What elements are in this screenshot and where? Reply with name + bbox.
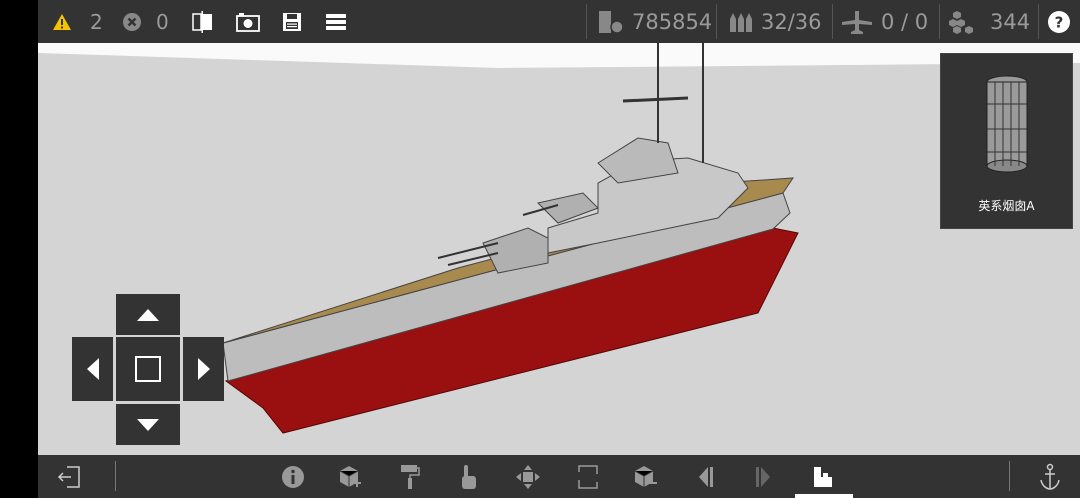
move-left-button[interactable]	[72, 337, 113, 401]
add-block-button[interactable]	[337, 463, 365, 491]
money-stat: 785854	[598, 0, 712, 43]
hand-pointer-icon	[462, 465, 476, 489]
move-button[interactable]	[514, 463, 542, 491]
funnel-thumbnail	[986, 75, 1028, 173]
remove-block-icon	[634, 466, 657, 487]
info-button[interactable]	[279, 463, 307, 491]
bottom-toolbar	[38, 455, 1080, 498]
previous-icon	[699, 467, 713, 487]
save-button[interactable]	[281, 0, 303, 43]
rotate-button[interactable]	[574, 463, 602, 491]
mirror-icon	[192, 10, 212, 33]
divider	[832, 4, 833, 39]
move-icon	[516, 465, 540, 489]
next-button[interactable]	[749, 463, 777, 491]
help-icon: ?	[1048, 10, 1070, 33]
money-value: 785854	[632, 9, 713, 34]
arrow-down-icon	[137, 418, 159, 431]
paint-button[interactable]	[396, 463, 424, 491]
aircraft-value: 0 / 0	[881, 9, 929, 34]
ammo-stat: 32/36	[729, 0, 822, 43]
anchor-icon	[1040, 463, 1060, 490]
info-icon	[282, 466, 304, 488]
blocks-icon	[949, 10, 973, 34]
coins-icon	[599, 10, 624, 34]
menu-icon	[326, 13, 346, 30]
move-up-button[interactable]	[116, 294, 180, 335]
save-icon	[283, 12, 301, 31]
paint-roller-icon	[401, 465, 420, 489]
next-icon	[756, 467, 770, 487]
menu-button[interactable]	[325, 0, 347, 43]
warning-icon	[53, 13, 71, 30]
exit-button[interactable]	[56, 463, 84, 491]
divider	[939, 4, 940, 39]
help-button[interactable]: ?	[1047, 0, 1071, 43]
divider	[1009, 461, 1010, 491]
exit-icon	[57, 466, 80, 488]
aircraft-stat: 0 / 0	[841, 0, 928, 43]
svg-text:?: ?	[1055, 13, 1064, 31]
shells-icon	[730, 12, 752, 32]
divider	[716, 4, 717, 39]
build-mode-icon	[814, 467, 832, 487]
divider	[586, 4, 587, 39]
camera-icon	[236, 12, 260, 32]
error-icon	[123, 12, 141, 31]
warnings-counter[interactable]: 2	[52, 0, 103, 43]
top-toolbar: 2 0 785854 32/36 0 / 0 344 ?	[38, 0, 1080, 43]
center-button[interactable]	[116, 337, 180, 401]
add-block-icon	[339, 466, 361, 487]
select-button[interactable]	[454, 463, 482, 491]
build-mode-button[interactable]	[809, 463, 837, 491]
mirror-button[interactable]	[191, 0, 215, 43]
ammo-value: 32/36	[761, 9, 822, 34]
part-name: 英系烟囱A	[978, 199, 1035, 213]
screen-edge	[0, 0, 38, 498]
previous-button[interactable]	[692, 463, 720, 491]
anchor-button[interactable]	[1036, 463, 1064, 491]
divider	[1038, 4, 1039, 39]
move-down-button[interactable]	[116, 404, 180, 445]
plane-icon	[842, 10, 872, 34]
3d-viewport[interactable]: 英系烟囱A	[38, 43, 1080, 455]
parts-value: 344	[990, 9, 1031, 34]
arrow-left-icon	[86, 358, 99, 380]
divider	[115, 461, 116, 491]
arrow-up-icon	[137, 308, 159, 321]
active-tab-indicator	[795, 494, 853, 498]
screenshot-button[interactable]	[235, 0, 261, 43]
remove-block-button[interactable]	[632, 463, 660, 491]
center-square-icon	[135, 356, 161, 382]
errors-count: 0	[156, 9, 169, 34]
selected-part-preview[interactable]: 英系烟囱A	[940, 53, 1073, 229]
parts-stat: 344	[948, 0, 1030, 43]
rotate-icon	[578, 465, 598, 489]
errors-counter[interactable]: 0	[122, 0, 169, 43]
warnings-count: 2	[90, 9, 103, 34]
arrow-right-icon	[197, 358, 210, 380]
move-right-button[interactable]	[183, 337, 224, 401]
